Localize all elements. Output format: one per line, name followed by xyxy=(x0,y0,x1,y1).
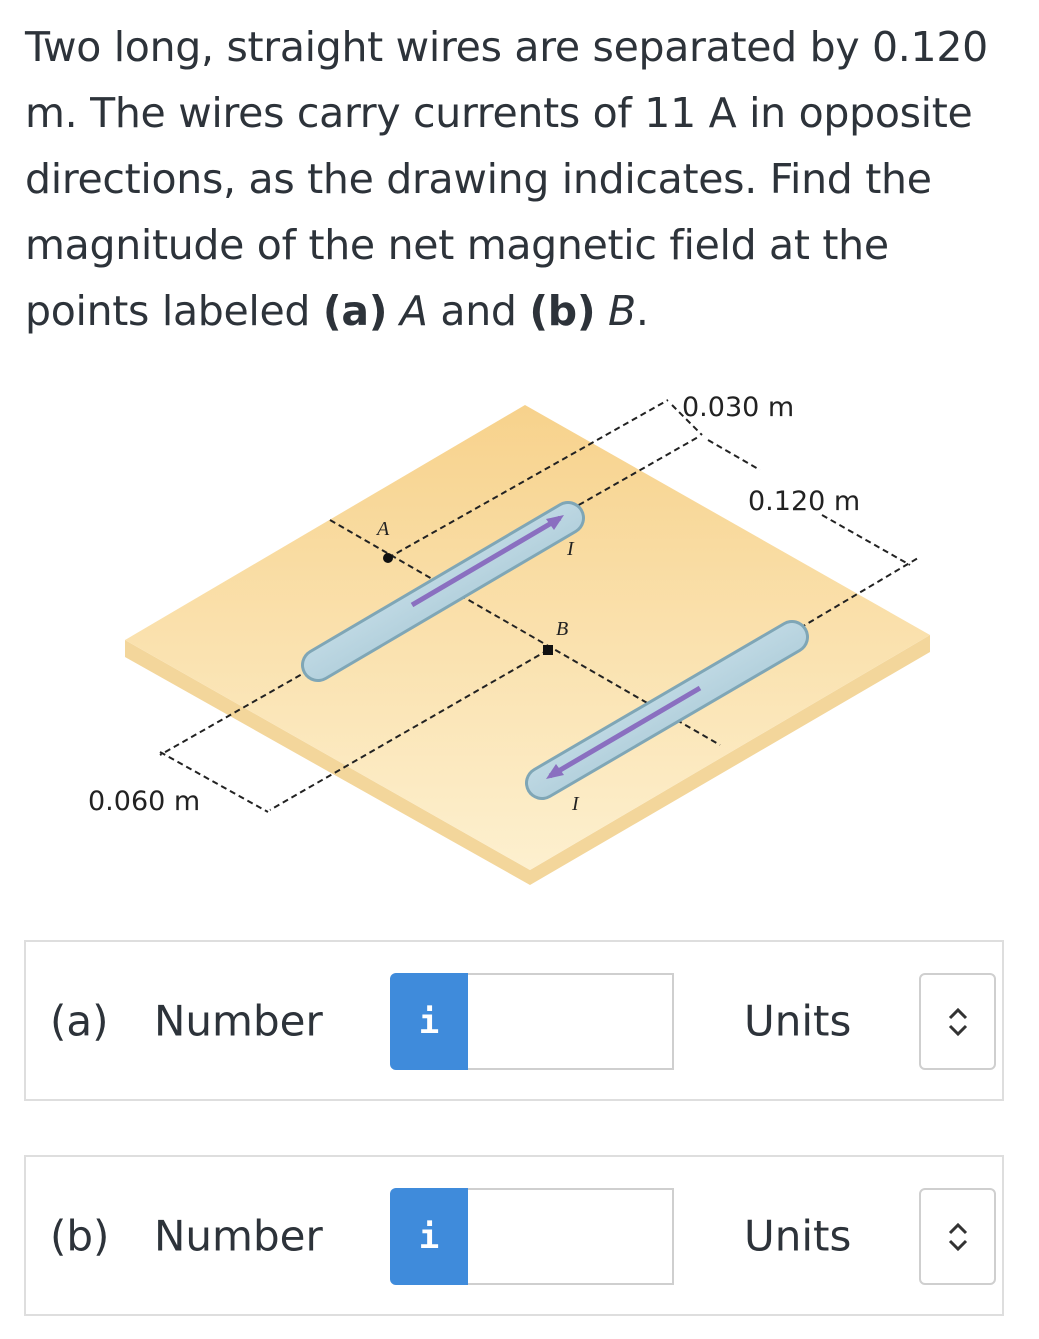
and-text: and xyxy=(427,287,530,335)
answer-row-a: (a) Number i Units xyxy=(24,940,1004,1101)
dim-label-right: 0.120 m xyxy=(748,486,860,517)
info-icon[interactable]: i xyxy=(390,1188,468,1285)
info-icon[interactable]: i xyxy=(390,973,468,1070)
units-label: Units xyxy=(744,996,852,1045)
point-b-dot xyxy=(543,645,553,655)
answer-row-b: (b) Number i Units xyxy=(24,1155,1004,1316)
point-a-ref: A xyxy=(399,287,428,335)
current-label-1: I xyxy=(566,538,575,560)
dim-label-top: 0.030 m xyxy=(682,392,794,423)
plate xyxy=(125,405,930,885)
point-b-ref: B xyxy=(608,287,636,335)
point-a-dot xyxy=(383,553,393,563)
units-select-a[interactable] xyxy=(919,973,996,1070)
units-select-b[interactable] xyxy=(919,1188,996,1285)
current-label-2: I xyxy=(571,793,580,815)
wires-figure: A B I I 0.030 m 0.120 m 0.060 m xyxy=(88,392,930,885)
number-label: Number xyxy=(154,996,323,1045)
question-text: Two long, straight wires are separated b… xyxy=(25,14,1025,344)
part-label: (a) xyxy=(50,996,109,1045)
units-label: Units xyxy=(744,1211,852,1260)
chevron-up-down-icon xyxy=(948,1007,967,1036)
chevron-up-down-icon xyxy=(948,1222,967,1251)
number-label: Number xyxy=(154,1211,323,1260)
part-a-marker: (a) xyxy=(322,287,388,335)
number-input-a[interactable] xyxy=(468,973,674,1070)
label-a: A xyxy=(375,518,390,540)
label-b: B xyxy=(556,618,568,640)
part-label: (b) xyxy=(50,1211,110,1260)
part-b-marker: (b) xyxy=(529,287,596,335)
period: . xyxy=(635,287,649,335)
number-input-b[interactable] xyxy=(468,1188,674,1285)
dim-label-left: 0.060 m xyxy=(88,786,200,817)
